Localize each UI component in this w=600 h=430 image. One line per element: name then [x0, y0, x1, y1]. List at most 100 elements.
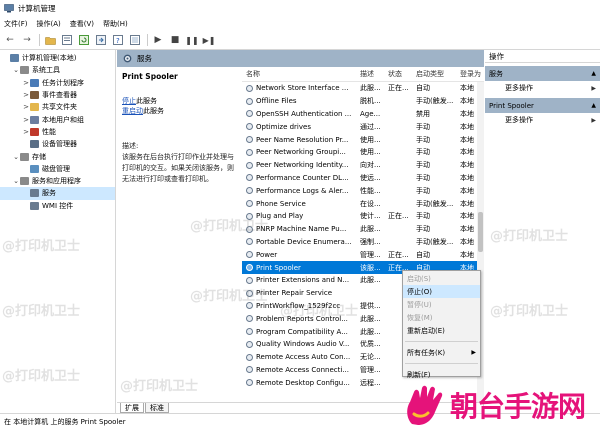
hand-logo-icon — [407, 385, 443, 425]
more-actions-services[interactable]: 更多操作 ▶ — [485, 81, 600, 95]
forward-icon[interactable]: → — [21, 34, 33, 46]
expand-toggle-icon[interactable]: ⌄ — [12, 177, 20, 185]
tools-icon — [20, 66, 29, 75]
service-startup-type: 自动 — [416, 84, 430, 93]
expand-toggle-icon[interactable]: > — [22, 91, 30, 99]
computer-management-icon — [4, 4, 14, 13]
scrollbar-thumb[interactable] — [478, 212, 483, 252]
tree-item[interactable]: > 本地用户和组 — [0, 113, 115, 125]
column-header-startup-type[interactable]: 启动类型 — [412, 69, 456, 79]
menu-separator — [405, 363, 478, 364]
tab-extended[interactable]: 扩展 — [120, 403, 144, 413]
tree-item[interactable]: > 事件查看器 — [0, 89, 115, 101]
column-header-status[interactable]: 状态 — [384, 69, 412, 79]
export-icon[interactable] — [95, 34, 107, 46]
menu-help[interactable]: 帮助(H) — [103, 19, 128, 29]
expand-toggle-icon[interactable]: ⌄ — [12, 153, 20, 161]
service-row[interactable]: OpenSSH Authentication ... Age... 禁用 本地 — [242, 108, 484, 121]
service-row[interactable]: Performance Counter DL... 使远... 手动 本地 — [242, 172, 484, 185]
service-row[interactable]: Plug and Play 使计... 正在... 手动 本地 — [242, 210, 484, 223]
tree-item[interactable]: > 共享文件夹 — [0, 101, 115, 113]
expand-toggle-icon[interactable]: > — [22, 116, 30, 124]
context-menu-item: 恢复(M) — [403, 311, 480, 324]
service-startup-type: 手动 — [416, 212, 430, 221]
window-title: 计算机管理 — [18, 4, 56, 13]
service-name: OpenSSH Authentication ... — [256, 109, 352, 118]
service-name-cell: Printer Extensions and N... — [242, 276, 356, 284]
service-gear-icon — [246, 366, 253, 374]
service-name: Printer Repair Service — [256, 289, 333, 298]
description-pane: Print Spooler 停止此服务 重启动此服务 描述: 该服务在后台执行打… — [117, 67, 242, 402]
service-row[interactable]: Performance Logs & Aler... 性能... 手动 本地 — [242, 184, 484, 197]
tree-item[interactable]: 服务 — [0, 187, 115, 200]
toolbar-separator — [39, 34, 40, 46]
actions-section-services[interactable]: 服务 ▲ — [485, 66, 600, 81]
column-header-logon-as[interactable]: 登录为 — [456, 69, 484, 79]
actions-section-print-spooler[interactable]: Print Spooler ▲ — [485, 98, 600, 113]
context-menu-label: 重新启动(E) — [407, 326, 445, 335]
column-header-description[interactable]: 描述 — [356, 69, 384, 79]
tree-item[interactable]: ⌄ 系统工具 — [0, 64, 115, 76]
tab-standard[interactable]: 标准 — [145, 403, 169, 413]
service-row[interactable]: Peer Name Resolution Pr... 使用... 手动 本地 — [242, 133, 484, 146]
refresh-icon[interactable] — [78, 34, 90, 46]
context-menu-item[interactable]: 重新启动(E) — [403, 324, 480, 337]
tree-item[interactable]: > 任务计划程序 — [0, 77, 115, 89]
tree-item[interactable]: 设备管理器 — [0, 138, 115, 150]
service-name-cell: Optimize drives — [242, 123, 356, 131]
device-icon — [30, 140, 39, 149]
disk-icon — [30, 164, 39, 173]
service-row[interactable]: Network Store Interface ... 此服... 正在... 自动本… — [242, 82, 484, 95]
context-menu-item[interactable]: 停止(O) — [403, 285, 480, 298]
restart-icon[interactable]: ▶❚ — [203, 34, 216, 46]
tree-item[interactable]: 计算机管理(本地) — [0, 52, 115, 64]
back-icon[interactable]: ← — [4, 34, 16, 46]
help-icon[interactable]: ? — [112, 34, 124, 46]
service-row[interactable]: Phone Service 在设... 手动(触发... 本地 — [242, 197, 484, 210]
stop-service-link[interactable]: 停止 — [122, 97, 136, 105]
service-row[interactable]: Optimize drives 通过... 手动 本地 — [242, 120, 484, 133]
stop-icon[interactable]: ■ — [169, 34, 181, 46]
expand-toggle-icon[interactable]: > — [22, 128, 30, 136]
service-row[interactable]: Offline Files 脱机... 手动(触发... 本地 — [242, 95, 484, 108]
brand-logo: 朝台手游网 — [402, 382, 600, 428]
tree-item[interactable]: ⌄ 服务和应用程序 — [0, 175, 115, 187]
properties-icon[interactable] — [61, 34, 73, 46]
service-row[interactable]: Power 管理... 正在... 自动 本地 — [242, 248, 484, 261]
menu-view[interactable]: 查看(V) — [70, 19, 94, 29]
service-name-cell: Phone Service — [242, 200, 356, 208]
service-row[interactable]: Portable Device Enumera... 强制... 手动(触发... 本… — [242, 236, 484, 249]
service-name-cell: Quality Windows Audio V... — [242, 340, 356, 348]
expand-toggle-icon[interactable]: ⌄ — [12, 66, 20, 74]
tree-item[interactable]: 磁盘管理 — [0, 163, 115, 175]
expand-toggle-icon[interactable]: > — [22, 79, 30, 87]
title-bar: 计算机管理 — [0, 0, 600, 17]
menu-action[interactable]: 操作(A) — [37, 19, 61, 29]
view-icon[interactable] — [129, 34, 141, 46]
expand-toggle-icon[interactable]: > — [22, 103, 30, 111]
restart-service-link[interactable]: 重启动 — [122, 107, 143, 115]
folder-up-icon[interactable] — [44, 34, 56, 46]
stop-service-suffix: 此服务 — [136, 97, 157, 105]
status-text: 在 本地计算机 上的服务 Print Spooler — [4, 418, 126, 426]
column-header-name[interactable]: ^ 名称 — [242, 69, 356, 79]
service-status: 正在... — [388, 212, 409, 221]
menu-file[interactable]: 文件(F) — [4, 19, 28, 29]
service-row[interactable]: PNRP Machine Name Pu... 此服... 手动 本地 — [242, 223, 484, 236]
play-icon[interactable]: ▶ — [152, 34, 164, 46]
context-menu-item[interactable]: 刷新(F) — [403, 368, 480, 381]
tree-item[interactable]: ⌄ 存储 — [0, 150, 115, 162]
tree-item[interactable]: WMI 控件 — [0, 200, 115, 212]
service-name-cell: Program Compatibility A... — [242, 328, 356, 336]
tree-item[interactable]: > 性能 — [0, 126, 115, 138]
service-name: Problem Reports Control... — [256, 314, 348, 323]
pause-icon[interactable]: ❚❚ — [185, 34, 198, 46]
service-description: 优质... — [360, 340, 381, 349]
context-menu-item[interactable]: 所有任务(K) ▶ — [403, 346, 480, 359]
service-row[interactable]: Peer Networking Groupi... 使用... 手动 本地 — [242, 146, 484, 159]
service-description: 使用... — [360, 135, 381, 144]
service-row[interactable]: Peer Networking Identity... 向对... 手动 本地 — [242, 159, 484, 172]
service-description: 性能... — [360, 186, 381, 195]
more-actions-print-spooler[interactable]: 更多操作 ▶ — [485, 113, 600, 127]
tree-item-label: 存储 — [32, 152, 46, 161]
